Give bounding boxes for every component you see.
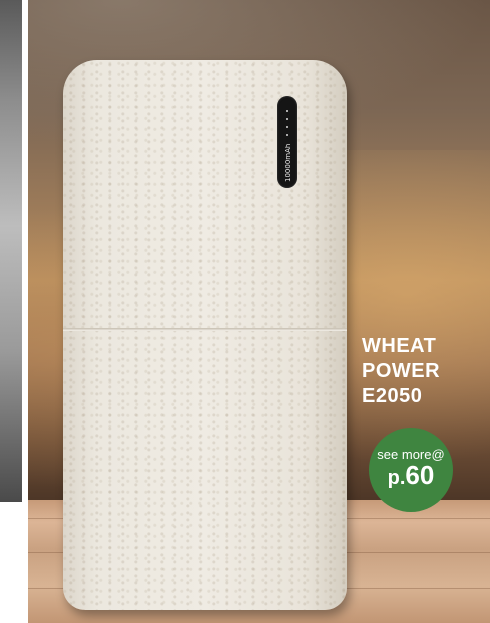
casing-seam xyxy=(63,328,347,331)
product-title: WHEAT POWER E2050 xyxy=(362,334,482,409)
product-name-line2: POWER xyxy=(362,360,441,382)
page-reference: p.60 xyxy=(369,460,453,491)
capacity-label: 10000mAh xyxy=(285,143,291,182)
product-code: E2050 xyxy=(362,385,423,407)
see-more-badge[interactable]: see more@ p.60 xyxy=(369,428,453,512)
product-photo: 10000mAh xyxy=(28,0,490,623)
product-name-line1: WHEAT xyxy=(362,335,437,357)
page-number: 60 xyxy=(405,460,435,490)
adjacent-product-photo xyxy=(0,0,22,502)
page-prefix: p. xyxy=(387,467,406,489)
wheat-power-bank: 10000mAh xyxy=(63,60,347,610)
power-bank-display: 10000mAh xyxy=(277,96,297,188)
